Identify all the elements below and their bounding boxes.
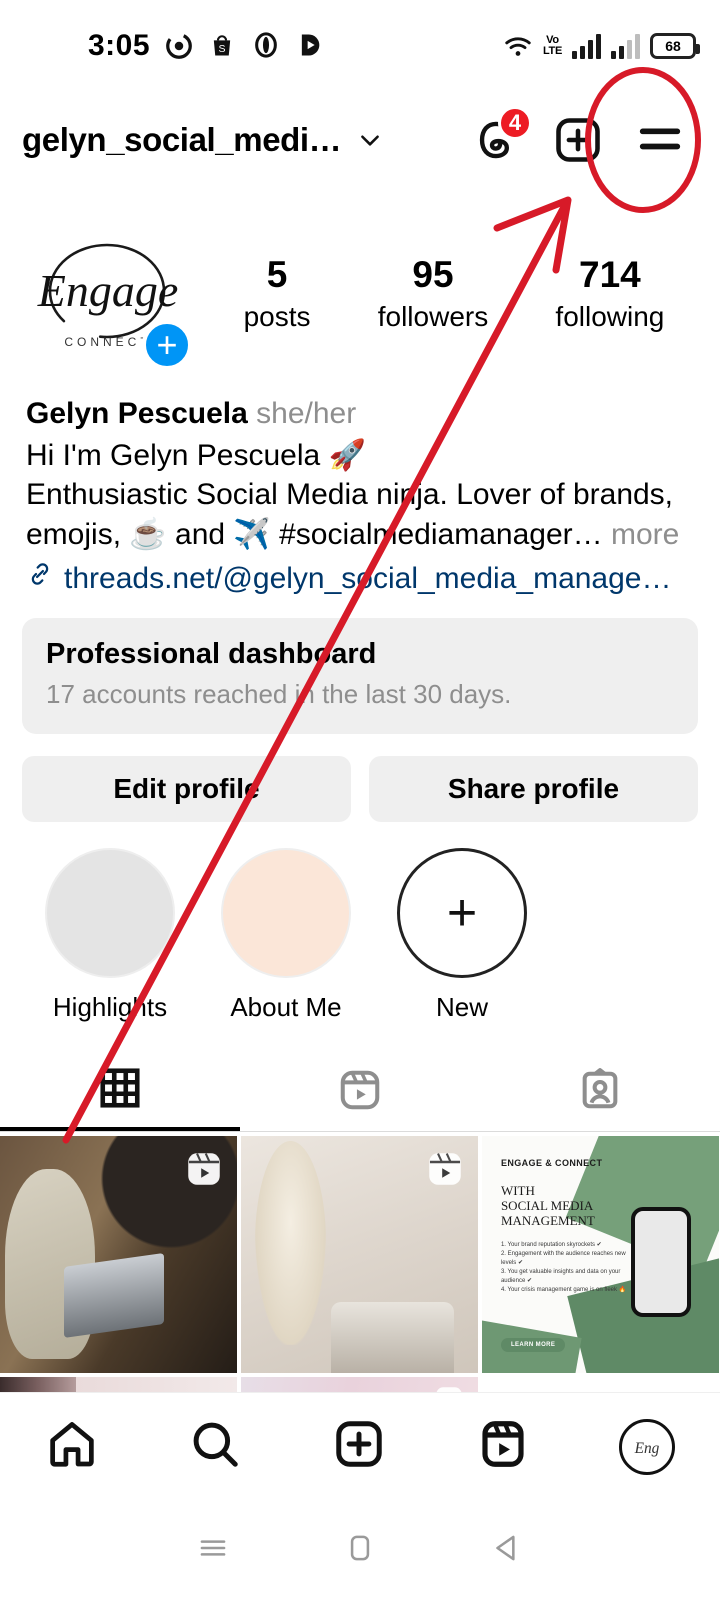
profile-action-buttons: Edit profile Share profile xyxy=(0,734,720,823)
followers-label: followers xyxy=(377,300,489,332)
status-bar: 3:05 S Vo LTE 68 xyxy=(0,0,720,92)
nav-search[interactable] xyxy=(188,1417,242,1476)
highlight-label: New xyxy=(435,992,488,1023)
highlight-label: Highlights xyxy=(52,992,168,1023)
pronouns: she/her xyxy=(256,397,357,430)
battery-icon: 68 xyxy=(650,33,700,59)
display-name: Gelyn Pescuela xyxy=(26,397,248,430)
post-overlay-header: ENGAGE & CONNECT xyxy=(500,1157,603,1168)
profile-stats: 5 posts 95 followers 714 following xyxy=(200,254,698,336)
signal-icon xyxy=(572,33,601,59)
post-overlay-title: WITH SOCIAL MEDIA MANAGEMENT xyxy=(500,1182,595,1228)
android-home-button[interactable] xyxy=(341,1529,379,1572)
opera-icon xyxy=(252,31,282,61)
status-bar-left: 3:05 S xyxy=(88,29,326,63)
following-label: following xyxy=(555,300,665,332)
reels-icon xyxy=(337,1067,383,1118)
stat-followers[interactable]: 95 followers xyxy=(378,254,488,336)
bio-more-link[interactable]: more xyxy=(603,518,679,551)
play-icon xyxy=(296,31,326,61)
nav-create[interactable] xyxy=(332,1417,386,1476)
android-back-button[interactable] xyxy=(488,1529,526,1572)
wifi-icon xyxy=(503,31,533,61)
volte-icon: Vo LTE xyxy=(543,35,562,57)
followers-count: 95 xyxy=(412,254,454,296)
share-profile-button[interactable]: Share profile xyxy=(369,756,698,823)
nav-home[interactable] xyxy=(45,1417,99,1476)
battery-level: 68 xyxy=(665,38,681,54)
posts-count: 5 xyxy=(266,254,288,296)
dashboard-subtitle: 17 accounts reached in the last 30 days. xyxy=(46,679,512,710)
post-social-media-management-graphic[interactable]: ENGAGE & CONNECT WITH SOCIAL MEDIA MANAG… xyxy=(482,1136,719,1374)
reels-badge-icon xyxy=(424,1148,466,1190)
display-name-line: Gelyn Pescuela she/her xyxy=(26,392,694,436)
sync-icon xyxy=(164,31,194,61)
status-bar-right: Vo LTE 68 xyxy=(503,0,700,92)
post-interior-pampas-reel[interactable] xyxy=(241,1136,478,1374)
android-navigation-bar xyxy=(0,1500,720,1600)
bio-line-1: Hi I'm Gelyn Pescuela 🚀 xyxy=(26,438,366,472)
post-thumbnail: ENGAGE & CONNECT WITH SOCIAL MEDIA MANAG… xyxy=(482,1136,719,1374)
hamburger-menu-icon[interactable] xyxy=(632,112,688,168)
bio-link[interactable]: threads.net/@gelyn_social_media_manage… xyxy=(26,558,694,600)
tagged-person-icon xyxy=(577,1067,623,1118)
bio-line-3-text: emojis, ☕ and ✈️ xyxy=(26,517,280,551)
story-highlights: Highlights About Me + New xyxy=(0,822,720,1023)
highlight-label: About Me xyxy=(230,992,342,1023)
highlight-about-me[interactable]: About Me xyxy=(198,848,374,1023)
highlight-cover xyxy=(221,848,351,979)
profile-header: Engage CONNECT + 5 posts 95 followers 71… xyxy=(0,188,720,384)
stat-following[interactable]: 714 following xyxy=(555,254,664,336)
bio-hashtag[interactable]: #socialmediamanager… xyxy=(279,518,603,551)
highlight-highlights[interactable]: Highlights xyxy=(22,848,198,1023)
grid-icon xyxy=(97,1065,143,1116)
following-count: 714 xyxy=(579,254,641,296)
bio-line-3: emojis, ☕ and ✈️ #socialmediamanager… mo… xyxy=(26,515,694,555)
chevron-down-icon[interactable] xyxy=(357,127,383,153)
post-overlay-list: 1. Your brand reputation skyrockets ✔ 2.… xyxy=(500,1241,627,1293)
signal-icon-2 xyxy=(611,33,640,59)
reels-badge-icon xyxy=(183,1148,225,1190)
bio-link-text: threads.net/@gelyn_social_media_manage… xyxy=(64,562,672,596)
status-time: 3:05 xyxy=(88,29,151,62)
phone-screen: 3:05 S Vo LTE 68 gelyn_social_medi… 4 En… xyxy=(0,0,720,1600)
highlight-new[interactable]: + New xyxy=(374,848,550,1023)
svg-text:Eng: Eng xyxy=(634,1439,660,1456)
edit-profile-button[interactable]: Edit profile xyxy=(22,756,351,823)
nav-profile[interactable]: Eng xyxy=(619,1418,676,1475)
svg-text:S: S xyxy=(219,43,226,55)
profile-tabs xyxy=(0,1053,720,1133)
svg-text:Engage: Engage xyxy=(37,265,179,316)
add-to-story-button[interactable]: + xyxy=(142,320,192,370)
account-switcher[interactable]: gelyn_social_medi… xyxy=(22,121,383,159)
avatar[interactable]: Engage CONNECT + xyxy=(22,206,200,384)
shopee-icon: S xyxy=(208,31,238,61)
nav-reels[interactable] xyxy=(476,1417,530,1476)
dashboard-title: Professional dashboard xyxy=(46,638,377,671)
posts-label: posts xyxy=(243,300,311,332)
threads-badge: 4 xyxy=(498,106,532,140)
highlight-cover xyxy=(45,848,175,979)
post-overlay-cta: LEARN MORE xyxy=(500,1337,566,1352)
tab-tagged[interactable] xyxy=(480,1053,720,1131)
android-recents-button[interactable] xyxy=(194,1529,232,1572)
post-laptop-reel[interactable] xyxy=(0,1136,237,1374)
bio-line-2: Enthusiastic Social Media ninja. Lover o… xyxy=(26,478,674,512)
tab-grid[interactable] xyxy=(0,1053,240,1132)
plus-square-icon[interactable] xyxy=(550,112,606,168)
volte-bottom: LTE xyxy=(542,45,562,57)
link-icon xyxy=(26,558,54,600)
plus-icon: + xyxy=(397,848,527,979)
threads-icon[interactable]: 4 xyxy=(468,106,532,168)
tab-reels[interactable] xyxy=(240,1053,480,1131)
bottom-navigation-bar: Eng xyxy=(0,1392,720,1500)
bio-section: Gelyn Pescuela she/her Hi I'm Gelyn Pesc… xyxy=(0,384,720,600)
professional-dashboard-card[interactable]: Professional dashboard 17 accounts reach… xyxy=(22,618,698,735)
page-title: gelyn_social_medi… xyxy=(22,121,342,158)
stat-posts[interactable]: 5 posts xyxy=(244,254,311,336)
header-actions: 4 xyxy=(468,106,698,168)
svg-text:CONNECT: CONNECT xyxy=(64,335,151,349)
app-header: gelyn_social_medi… 4 xyxy=(0,92,720,188)
